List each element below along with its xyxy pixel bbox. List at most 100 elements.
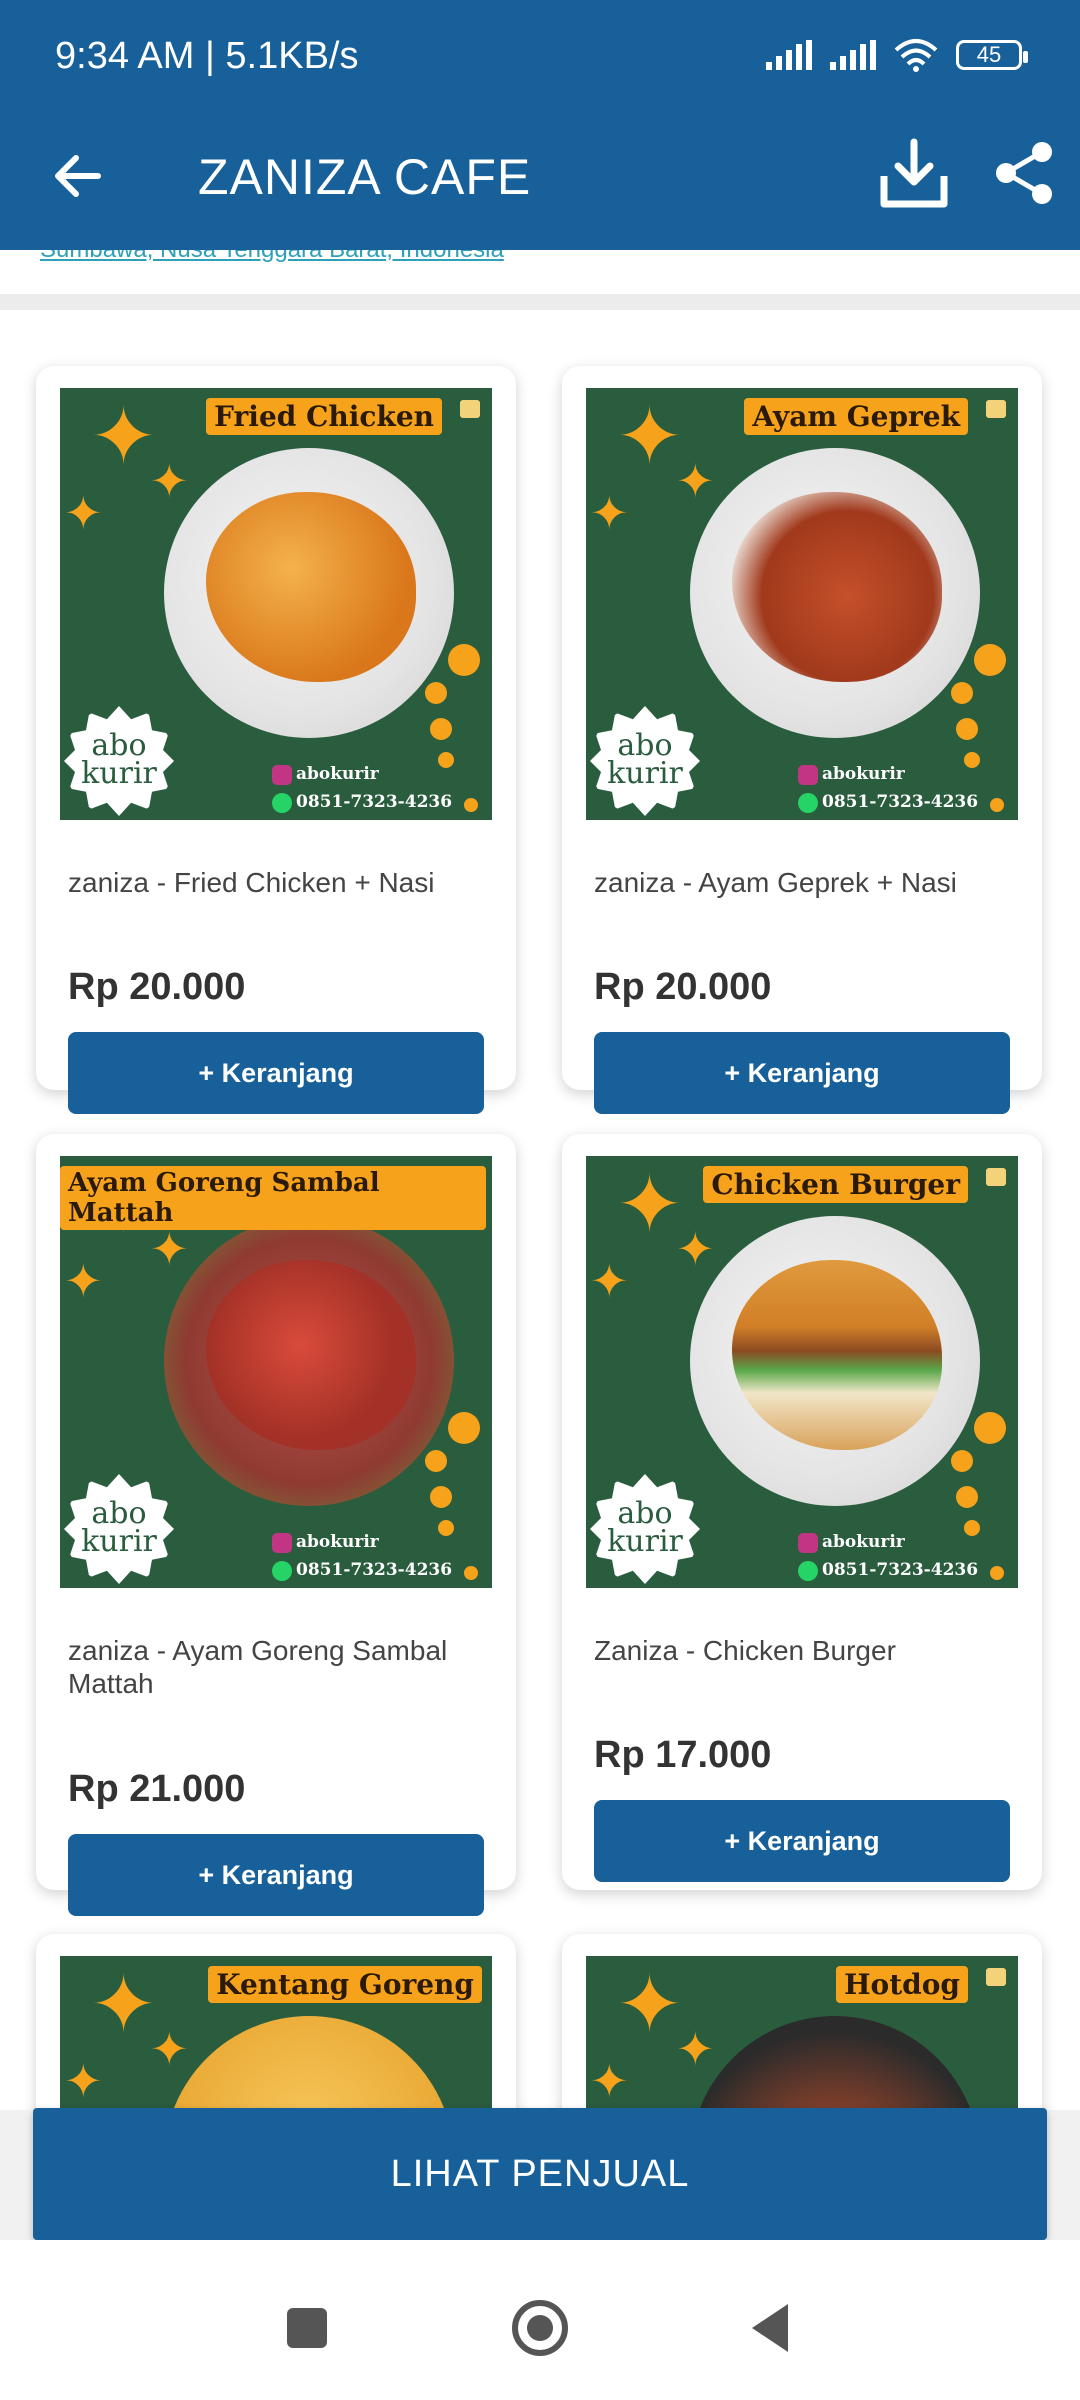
arrow-left-icon[interactable] [48, 146, 108, 206]
status-time: 9:34 AM | 5.1KB/s [55, 35, 359, 77]
dot-decoration [951, 1450, 973, 1472]
product-image: ✦ ✦ ✦ Ayam Geprek abo kurir abokurir 085… [586, 388, 1018, 820]
sparkle-icon: ✦ [616, 392, 684, 481]
instagram-handle: abokurir [296, 764, 379, 784]
product-price: Rp 17.000 [594, 1734, 772, 1776]
wifi-icon [894, 39, 938, 72]
product-image: ✦ ✦ ✦ Fried Chicken abo kurir abokurir 0… [60, 388, 492, 820]
dot-decoration [951, 682, 973, 704]
product-card[interactable]: ✦ ✦ ✦ Hotdog [562, 1934, 1042, 2110]
dot-decoration [425, 1450, 447, 1472]
whatsapp-number: 0851-7323-4236 [296, 1560, 453, 1580]
sparkle-icon: ✦ [64, 2055, 103, 2107]
sparkle-icon: ✦ [590, 2055, 629, 2107]
cellular-signal-icon [766, 40, 812, 70]
product-image: ✦ ✦ ✦ Ayam Goreng Sambal Mattah abo kuri… [60, 1156, 492, 1588]
status-bar: 9:34 AM | 5.1KB/s 45 [0, 0, 1080, 118]
add-to-cart-button[interactable]: + Keranjang [594, 1800, 1010, 1882]
product-image-banner: Fried Chicken [206, 398, 442, 435]
page-title: ZANIZA CAFE [198, 149, 532, 205]
sparkle-icon: ✦ [676, 1223, 715, 1275]
contact-info: abokurir 0851-7323-4236 [272, 1528, 452, 1584]
status-icons: 45 [766, 38, 1028, 72]
brand-logo-icon [986, 1968, 1006, 1986]
product-image-banner: Chicken Burger [703, 1166, 968, 1203]
product-image-banner: Ayam Goreng Sambal Mattah [60, 1166, 486, 1230]
sparkle-icon: ✦ [64, 487, 103, 539]
product-image: ✦ ✦ ✦ Chicken Burger abo kurir abokurir … [586, 1156, 1018, 1588]
dot-decoration [464, 1566, 478, 1580]
back-icon[interactable] [752, 2304, 788, 2352]
instagram-handle: abokurir [822, 764, 905, 784]
shop-address-link[interactable]: Sumbawa, Nusa Tenggara Barat, Indonesia [40, 250, 504, 264]
product-name: zaniza - Ayam Geprek + Nasi [594, 867, 957, 898]
sparkle-icon: ✦ [150, 455, 189, 507]
product-image-banner: Kentang Goreng [208, 1966, 482, 2003]
product-price: Rp 20.000 [68, 966, 246, 1008]
whatsapp-icon [798, 1560, 818, 1581]
sparkle-icon: ✦ [150, 2023, 189, 2075]
sparkle-icon: ✦ [616, 1960, 684, 2049]
product-image-banner: Hotdog [836, 1966, 968, 2003]
sparkle-icon: ✦ [590, 487, 629, 539]
add-to-cart-button[interactable]: + Keranjang [68, 1032, 484, 1114]
instagram-icon [798, 1532, 818, 1553]
whatsapp-number: 0851-7323-4236 [822, 792, 979, 812]
instagram-icon [272, 764, 292, 785]
sparkle-icon: ✦ [150, 1223, 189, 1275]
dot-decoration [990, 1566, 1004, 1580]
product-card[interactable]: ✦ ✦ ✦ Ayam Goreng Sambal Mattah abo kuri… [36, 1134, 516, 1916]
dot-decoration [448, 644, 480, 676]
system-nav-bar [0, 2240, 1080, 2400]
add-to-cart-button[interactable]: + Keranjang [68, 1834, 484, 1916]
whatsapp-number: 0851-7323-4236 [296, 792, 453, 812]
dot-decoration [974, 1412, 1006, 1444]
sparkle-icon: ✦ [90, 392, 158, 481]
food-plate [690, 2016, 980, 2110]
abo-kurir-badge: abo kurir [64, 1474, 174, 1584]
product-price: Rp 21.000 [68, 1768, 246, 1810]
abo-kurir-badge: abo kurir [64, 706, 174, 816]
instagram-handle: abokurir [296, 1532, 379, 1552]
product-price: Rp 20.000 [594, 966, 772, 1008]
brand-logo-icon [986, 1168, 1006, 1186]
dot-decoration [430, 718, 452, 740]
dot-decoration [956, 1486, 978, 1508]
instagram-icon [798, 764, 818, 785]
sparkle-icon: ✦ [676, 2023, 715, 2075]
product-image: ✦ ✦ ✦ Hotdog [586, 1956, 1018, 2110]
abo-kurir-badge: abo kurir [590, 1474, 700, 1584]
section-divider [0, 294, 1080, 310]
home-icon[interactable] [512, 2300, 568, 2356]
shop-info-strip: Sumbawa, Nusa Tenggara Barat, Indonesia [0, 250, 1080, 294]
product-card[interactable]: ✦ ✦ ✦ Fried Chicken abo kurir abokurir 0… [36, 366, 516, 1114]
whatsapp-icon [272, 792, 292, 813]
product-name: zaniza - Fried Chicken + Nasi [68, 867, 435, 898]
app-bar: ZANIZA CAFE [0, 118, 1080, 250]
sparkle-icon: ✦ [590, 1255, 629, 1307]
product-name: Zaniza - Chicken Burger [594, 1635, 896, 1666]
dot-decoration [974, 644, 1006, 676]
contact-info: abokurir 0851-7323-4236 [272, 760, 452, 816]
battery-icon: 45 [956, 40, 1028, 70]
sparkle-icon: ✦ [64, 1255, 103, 1307]
product-grid: ✦ ✦ ✦ Fried Chicken abo kurir abokurir 0… [0, 310, 1080, 2110]
dot-decoration [464, 798, 478, 812]
sparkle-icon: ✦ [616, 1160, 684, 1249]
view-seller-button[interactable]: LIHAT PENJUAL [33, 2108, 1047, 2240]
product-image-banner: Ayam Geprek [744, 398, 968, 435]
food-plate [164, 2016, 454, 2110]
add-to-cart-button[interactable]: + Keranjang [594, 1032, 1010, 1114]
product-card[interactable]: ✦ ✦ ✦ Ayam Geprek abo kurir abokurir 085… [562, 366, 1042, 1114]
recents-icon[interactable] [287, 2308, 327, 2348]
sparkle-icon: ✦ [676, 455, 715, 507]
dot-decoration [430, 1486, 452, 1508]
download-icon[interactable] [876, 136, 952, 212]
sparkle-icon: ✦ [90, 1960, 158, 2049]
product-card[interactable]: ✦ ✦ ✦ Chicken Burger abo kurir abokurir … [562, 1134, 1042, 1890]
cellular-signal-2-icon [830, 40, 876, 70]
share-icon[interactable] [992, 140, 1058, 206]
brand-logo-icon [460, 400, 480, 418]
product-card[interactable]: ✦ ✦ ✦ Kentang Goreng [36, 1934, 516, 2110]
dot-decoration [425, 682, 447, 704]
